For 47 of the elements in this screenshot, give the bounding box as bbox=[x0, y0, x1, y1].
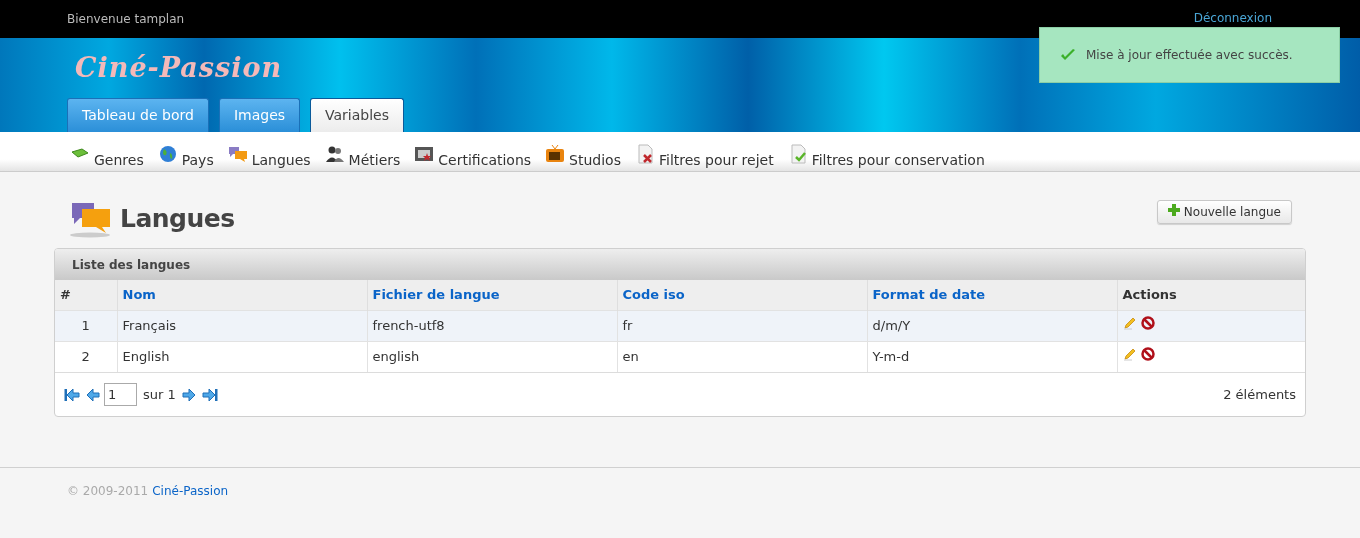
last-page-icon[interactable] bbox=[201, 387, 218, 402]
submenu-link[interactable]: Pays bbox=[181, 151, 214, 168]
welcome-text: Bienvenue tamplan bbox=[67, 11, 185, 28]
table-cell: English bbox=[117, 341, 367, 372]
table-cell: 1 bbox=[55, 310, 117, 341]
check-icon bbox=[1060, 48, 1076, 62]
page-title: Langues bbox=[120, 203, 235, 236]
new-language-button[interactable]: Nouvelle langue bbox=[1156, 200, 1292, 224]
table-cell: Français bbox=[117, 310, 367, 341]
delete-icon[interactable] bbox=[1140, 315, 1155, 330]
delete-icon[interactable] bbox=[1140, 346, 1155, 361]
table-cell: en bbox=[617, 341, 867, 372]
column-header[interactable]: Code iso bbox=[617, 280, 867, 310]
tv-icon bbox=[545, 143, 566, 164]
column-header[interactable]: Format de date bbox=[867, 280, 1117, 310]
column-header: # bbox=[55, 280, 117, 310]
submenu-link[interactable]: Certifications bbox=[438, 151, 532, 168]
table-cell: french-utf8 bbox=[367, 310, 617, 341]
submenu-link[interactable]: Filtres pour conservation bbox=[811, 151, 985, 168]
table-cell: fr bbox=[617, 310, 867, 341]
column-header[interactable]: Nom bbox=[117, 280, 367, 310]
page-input[interactable]: 1 bbox=[104, 383, 137, 406]
table-cell: english bbox=[367, 341, 617, 372]
page-count: sur 1 bbox=[143, 385, 176, 404]
nav-tab[interactable]: Variables bbox=[310, 98, 405, 132]
table-cell: Y-m-d bbox=[867, 341, 1117, 372]
plus-icon bbox=[1167, 204, 1180, 216]
site-logo: Ciné-Passion bbox=[74, 50, 283, 85]
panel-title: Liste des langues bbox=[72, 256, 191, 274]
footer-link[interactable]: Ciné-Passion bbox=[152, 482, 229, 500]
previous-page-icon[interactable] bbox=[84, 387, 100, 402]
submenu-link[interactable]: Langues bbox=[251, 151, 311, 168]
submenu-link[interactable]: Métiers bbox=[348, 151, 401, 168]
submenu-link[interactable]: Genres bbox=[94, 151, 144, 168]
copyright-text: © 2009-2011 bbox=[67, 483, 149, 500]
table-cell: 2 bbox=[55, 341, 117, 372]
item-count: 2 éléments bbox=[1223, 385, 1296, 404]
toast-message: Mise à jour effectuée avec succès. bbox=[1086, 47, 1293, 64]
column-header: Actions bbox=[1117, 280, 1305, 310]
first-page-icon[interactable] bbox=[64, 387, 80, 402]
submenu-link[interactable]: Studios bbox=[569, 151, 621, 168]
logout-link[interactable]: Déconnexion bbox=[1193, 9, 1272, 27]
globe-icon bbox=[157, 143, 178, 164]
submenu-link[interactable]: Filtres pour rejet bbox=[658, 151, 774, 168]
table-cell: d/m/Y bbox=[867, 310, 1117, 341]
next-page-icon[interactable] bbox=[181, 387, 198, 402]
column-header[interactable]: Fichier de langue bbox=[367, 280, 617, 310]
